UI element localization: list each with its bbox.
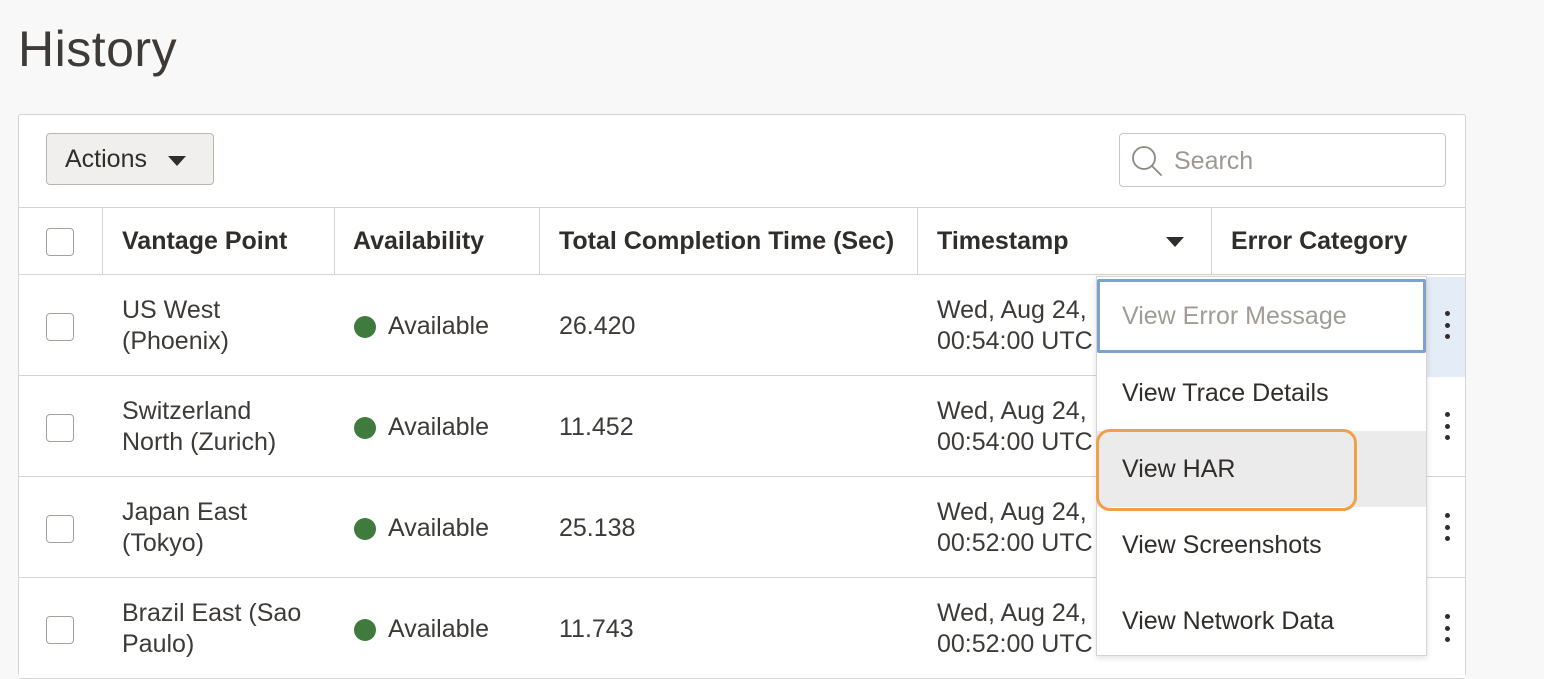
- timestamp-line: 00:52:00 UTC: [937, 529, 1093, 557]
- column-header-label: Timestamp: [937, 226, 1069, 255]
- available-status-icon: [354, 518, 376, 540]
- completion-time-cell: 11.743: [559, 615, 634, 643]
- column-header-availability[interactable]: Availability: [335, 208, 540, 274]
- search-input[interactable]: [1172, 142, 1436, 180]
- menu-item-view-error-message[interactable]: View Error Message: [1097, 279, 1426, 353]
- search-icon: [1132, 146, 1162, 176]
- sort-desc-icon[interactable]: [1166, 237, 1184, 247]
- header-select-all-cell: [19, 208, 103, 274]
- row-checkbox[interactable]: [46, 414, 74, 442]
- menu-item-label: View Trace Details: [1122, 378, 1329, 407]
- timestamp-line: Wed, Aug 24,: [937, 498, 1087, 526]
- vantage-point-line: Japan East: [122, 498, 248, 526]
- timestamp-line: 00:54:00 UTC: [937, 428, 1093, 456]
- completion-time-cell: 26.420: [559, 312, 636, 340]
- column-header-label: Availability: [353, 226, 485, 255]
- kebab-menu-icon[interactable]: [1433, 305, 1461, 345]
- select-all-checkbox[interactable]: [46, 228, 74, 256]
- column-header-total-completion-time[interactable]: Total Completion Time (Sec): [540, 208, 918, 274]
- column-header-error-category[interactable]: Error Category: [1212, 208, 1465, 274]
- kebab-menu-icon[interactable]: [1433, 507, 1461, 547]
- vantage-point-line: (Phoenix): [122, 327, 229, 355]
- vantage-point-cell: Brazil East (Sao Paulo): [122, 598, 301, 660]
- column-header-vantage-point[interactable]: Vantage Point: [103, 208, 335, 274]
- menu-item-view-screenshots[interactable]: View Screenshots: [1097, 507, 1426, 583]
- available-status-icon: [354, 316, 376, 338]
- timestamp-cell: Wed, Aug 24, 00:52:00 UTC: [937, 497, 1097, 559]
- caret-down-icon: [168, 156, 186, 166]
- search-box[interactable]: [1119, 133, 1446, 187]
- column-header-label: Error Category: [1231, 226, 1408, 255]
- vantage-point-line: North (Zurich): [122, 428, 277, 456]
- completion-time-cell: 11.452: [559, 413, 634, 441]
- row-actions-menu: View Error Message View Trace Details Vi…: [1096, 276, 1427, 656]
- column-header-label: Vantage Point: [122, 226, 288, 255]
- timestamp-line: Wed, Aug 24,: [937, 599, 1087, 627]
- available-status-icon: [354, 417, 376, 439]
- menu-item-label: View Screenshots: [1122, 530, 1322, 559]
- available-status-icon: [354, 619, 376, 641]
- vantage-point-cell: Japan East (Tokyo): [122, 497, 247, 559]
- table-header: Vantage Point Availability Total Complet…: [19, 207, 1465, 275]
- vantage-point-line: Brazil East (Sao: [122, 599, 302, 627]
- kebab-menu-icon[interactable]: [1433, 406, 1461, 446]
- vantage-point-cell: Switzerland North (Zurich): [122, 396, 276, 458]
- menu-item-view-har[interactable]: View HAR: [1097, 431, 1426, 507]
- timestamp-line: 00:52:00 UTC: [937, 630, 1093, 658]
- menu-item-view-network-data[interactable]: View Network Data: [1097, 583, 1426, 659]
- timestamp-line: Wed, Aug 24,: [937, 296, 1087, 324]
- kebab-menu-icon[interactable]: [1433, 608, 1461, 648]
- vantage-point-cell: US West (Phoenix): [122, 295, 229, 357]
- vantage-point-line: Paulo): [122, 630, 195, 658]
- row-checkbox[interactable]: [46, 515, 74, 543]
- timestamp-cell: Wed, Aug 24, 00:52:00 UTC: [937, 598, 1097, 660]
- toolbar: Actions: [19, 115, 1465, 207]
- column-header-label: Total Completion Time (Sec): [559, 226, 895, 255]
- vantage-point-line: Switzerland: [122, 397, 252, 425]
- actions-button[interactable]: Actions: [46, 133, 214, 185]
- menu-item-label: View Network Data: [1122, 606, 1335, 635]
- availability-cell: Available: [388, 312, 490, 340]
- menu-item-label: View HAR: [1122, 454, 1236, 483]
- timestamp-line: Wed, Aug 24,: [937, 397, 1087, 425]
- row-checkbox[interactable]: [46, 313, 74, 341]
- vantage-point-line: (Tokyo): [122, 529, 204, 557]
- menu-item-label: View Error Message: [1122, 301, 1347, 330]
- actions-button-label: Actions: [65, 144, 147, 173]
- column-header-timestamp[interactable]: Timestamp: [918, 208, 1212, 274]
- availability-cell: Available: [388, 514, 490, 542]
- page-title: History: [18, 21, 178, 77]
- timestamp-cell: Wed, Aug 24, 00:54:00 UTC: [937, 295, 1097, 357]
- menu-item-view-trace-details[interactable]: View Trace Details: [1097, 355, 1426, 431]
- timestamp-cell: Wed, Aug 24, 00:54:00 UTC: [937, 396, 1097, 458]
- row-checkbox[interactable]: [46, 616, 74, 644]
- availability-cell: Available: [388, 413, 490, 441]
- availability-cell: Available: [388, 615, 490, 643]
- completion-time-cell: 25.138: [559, 514, 636, 542]
- timestamp-line: 00:54:00 UTC: [937, 327, 1093, 355]
- vantage-point-line: US West: [122, 296, 221, 324]
